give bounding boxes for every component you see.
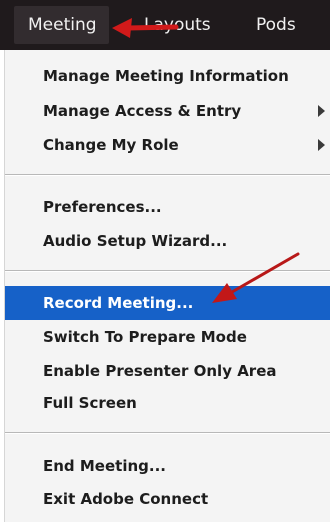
menu-tab-pods-label: Pods: [256, 15, 296, 35]
menu-item-label: Preferences...: [43, 198, 162, 216]
menu-item-label: Record Meeting...: [43, 294, 194, 312]
menu-item-label: End Meeting...: [43, 457, 166, 475]
menu-tab-pods[interactable]: Pods: [256, 0, 296, 50]
menu-item-enable-presenter-only-area[interactable]: Enable Presenter Only Area: [5, 354, 330, 388]
menu-item-switch-to-prepare-mode[interactable]: Switch To Prepare Mode: [5, 320, 330, 354]
menu-item-label: Full Screen: [43, 394, 137, 412]
menu-item-label: Audio Setup Wizard...: [43, 232, 228, 250]
menu-tab-layouts[interactable]: Layouts: [144, 0, 211, 50]
menu-item-end-meeting[interactable]: End Meeting...: [5, 449, 330, 483]
menu-item-label: Switch To Prepare Mode: [43, 328, 247, 346]
menu-item-full-screen[interactable]: Full Screen: [5, 386, 330, 420]
menu-item-label: Enable Presenter Only Area: [43, 362, 277, 380]
app-frame: Meeting Layouts Pods Manage Meeting Info…: [0, 0, 330, 522]
menu-item-change-my-role[interactable]: Change My Role: [5, 128, 330, 162]
submenu-arrow-icon: [318, 105, 325, 117]
menu-tab-layouts-label: Layouts: [144, 15, 211, 35]
menu-item-label: Change My Role: [43, 136, 179, 154]
menu-item-label: Manage Meeting Information: [43, 67, 289, 85]
menu-tab-meeting[interactable]: Meeting: [14, 6, 109, 44]
menu-item-record-meeting[interactable]: Record Meeting...: [5, 286, 330, 320]
menu-item-manage-meeting-information[interactable]: Manage Meeting Information: [5, 59, 330, 93]
menu-item-label: Exit Adobe Connect: [43, 490, 209, 508]
meeting-dropdown-menu: Manage Meeting Information Manage Access…: [4, 50, 330, 522]
menubar: Meeting Layouts Pods: [0, 0, 330, 50]
submenu-arrow-icon: [318, 139, 325, 151]
menu-tab-meeting-label: Meeting: [28, 15, 97, 35]
menu-item-audio-setup-wizard[interactable]: Audio Setup Wizard...: [5, 224, 330, 258]
menu-separator: [5, 432, 330, 434]
menu-separator: [5, 270, 330, 272]
menu-item-exit-adobe-connect[interactable]: Exit Adobe Connect: [5, 482, 330, 516]
menu-item-manage-access-entry[interactable]: Manage Access & Entry: [5, 94, 330, 128]
menu-separator: [5, 174, 330, 176]
menu-item-preferences[interactable]: Preferences...: [5, 190, 330, 224]
menu-item-label: Manage Access & Entry: [43, 102, 242, 120]
